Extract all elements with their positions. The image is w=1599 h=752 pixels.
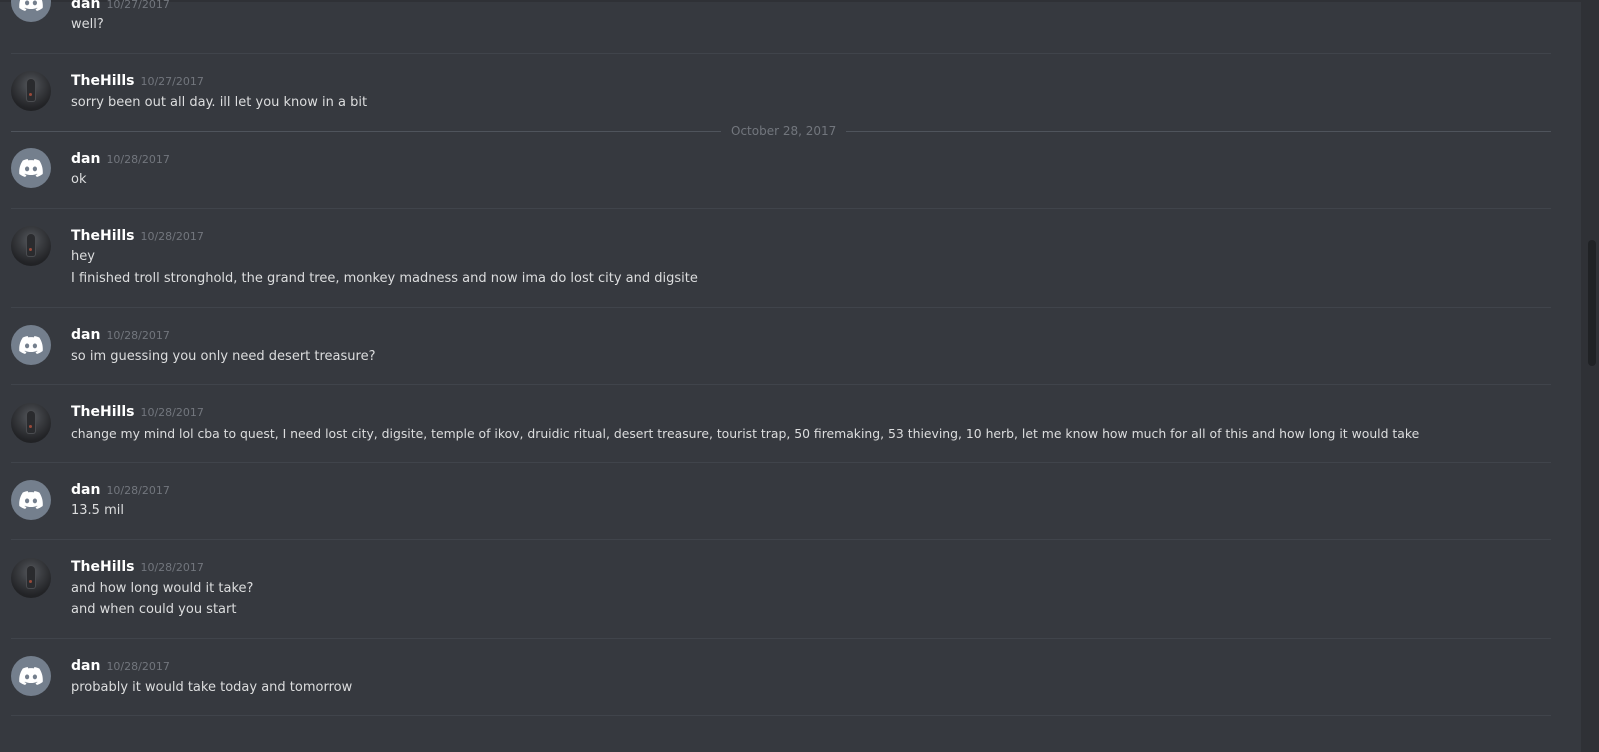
message-author[interactable]: TheHills bbox=[71, 404, 134, 420]
user-photo-avatar-icon[interactable] bbox=[11, 403, 51, 443]
message-text: and when could you start bbox=[71, 602, 237, 617]
message-author[interactable]: TheHills bbox=[71, 73, 134, 89]
message-item: TheHills 10/28/2017 hey I finished troll… bbox=[0, 224, 1581, 296]
message-separator bbox=[11, 307, 1551, 308]
message-text: I finished troll stronghold, the grand t… bbox=[71, 271, 698, 286]
message-text: change my mind lol cba to quest, I need … bbox=[71, 426, 1420, 441]
message-separator bbox=[11, 539, 1551, 540]
message-timestamp: 10/28/2017 bbox=[106, 153, 170, 166]
message-text: 13.5 mil bbox=[71, 503, 124, 518]
discord-default-avatar-icon[interactable] bbox=[11, 148, 51, 188]
message-text: ok bbox=[71, 172, 87, 187]
scrollbar-thumb[interactable] bbox=[1588, 240, 1596, 366]
message-text: well? bbox=[71, 17, 104, 32]
message-timestamp: 10/28/2017 bbox=[106, 660, 170, 673]
message-timestamp: 10/28/2017 bbox=[106, 484, 170, 497]
message-item: dan 10/28/2017 ok bbox=[0, 147, 1581, 197]
discord-default-avatar-icon[interactable] bbox=[11, 325, 51, 365]
message-item: dan 10/28/2017 so im guessing you only n… bbox=[0, 324, 1581, 374]
message-text: probably it would take today and tomorro… bbox=[71, 680, 353, 695]
message-author[interactable]: dan bbox=[71, 0, 100, 12]
message-timestamp: 10/28/2017 bbox=[106, 329, 170, 342]
message-text: sorry been out all day. ill let you know… bbox=[71, 95, 368, 110]
message-timestamp: 10/28/2017 bbox=[140, 561, 204, 574]
message-timestamp: 10/28/2017 bbox=[140, 406, 204, 419]
user-photo-avatar-icon[interactable] bbox=[11, 71, 51, 111]
discord-default-avatar-icon[interactable] bbox=[11, 0, 51, 22]
message-author[interactable]: dan bbox=[71, 327, 100, 343]
message-item: TheHills 10/28/2017 and how long would i… bbox=[0, 556, 1581, 628]
message-separator bbox=[11, 638, 1551, 639]
message-text: hey bbox=[71, 249, 95, 264]
message-timestamp: 10/27/2017 bbox=[106, 0, 170, 11]
discord-default-avatar-icon[interactable] bbox=[11, 480, 51, 520]
message-author[interactable]: dan bbox=[71, 151, 100, 167]
user-photo-avatar-icon[interactable] bbox=[11, 226, 51, 266]
message-author[interactable]: TheHills bbox=[71, 559, 134, 575]
message-item: dan 10/27/2017 well? bbox=[0, 0, 1581, 52]
message-separator bbox=[11, 384, 1551, 385]
discord-default-avatar-icon[interactable] bbox=[11, 656, 51, 696]
message-text: so im guessing you only need desert trea… bbox=[71, 349, 376, 364]
message-author[interactable]: dan bbox=[71, 482, 100, 498]
message-timestamp: 10/27/2017 bbox=[140, 75, 204, 88]
scrollbar[interactable] bbox=[1581, 0, 1599, 752]
message-separator bbox=[11, 53, 1551, 54]
message-item: TheHills 10/28/2017 change my mind lol c… bbox=[0, 401, 1581, 451]
message-item: dan 10/28/2017 probably it would take to… bbox=[0, 655, 1581, 705]
message-separator bbox=[11, 715, 1551, 716]
message-separator bbox=[11, 208, 1551, 209]
user-photo-avatar-icon[interactable] bbox=[11, 558, 51, 598]
date-divider-label: October 28, 2017 bbox=[721, 124, 847, 139]
message-separator bbox=[11, 462, 1551, 463]
message-timestamp: 10/28/2017 bbox=[140, 230, 204, 243]
message-author[interactable]: dan bbox=[71, 658, 100, 674]
message-item: TheHills 10/27/2017 sorry been out all d… bbox=[0, 70, 1581, 120]
message-list[interactable]: dan 10/27/2017 well? TheHills 10/27/2017… bbox=[0, 0, 1581, 752]
message-author[interactable]: TheHills bbox=[71, 228, 134, 244]
message-item: dan 10/28/2017 13.5 mil bbox=[0, 479, 1581, 529]
message-text: and how long would it take? bbox=[71, 581, 254, 596]
